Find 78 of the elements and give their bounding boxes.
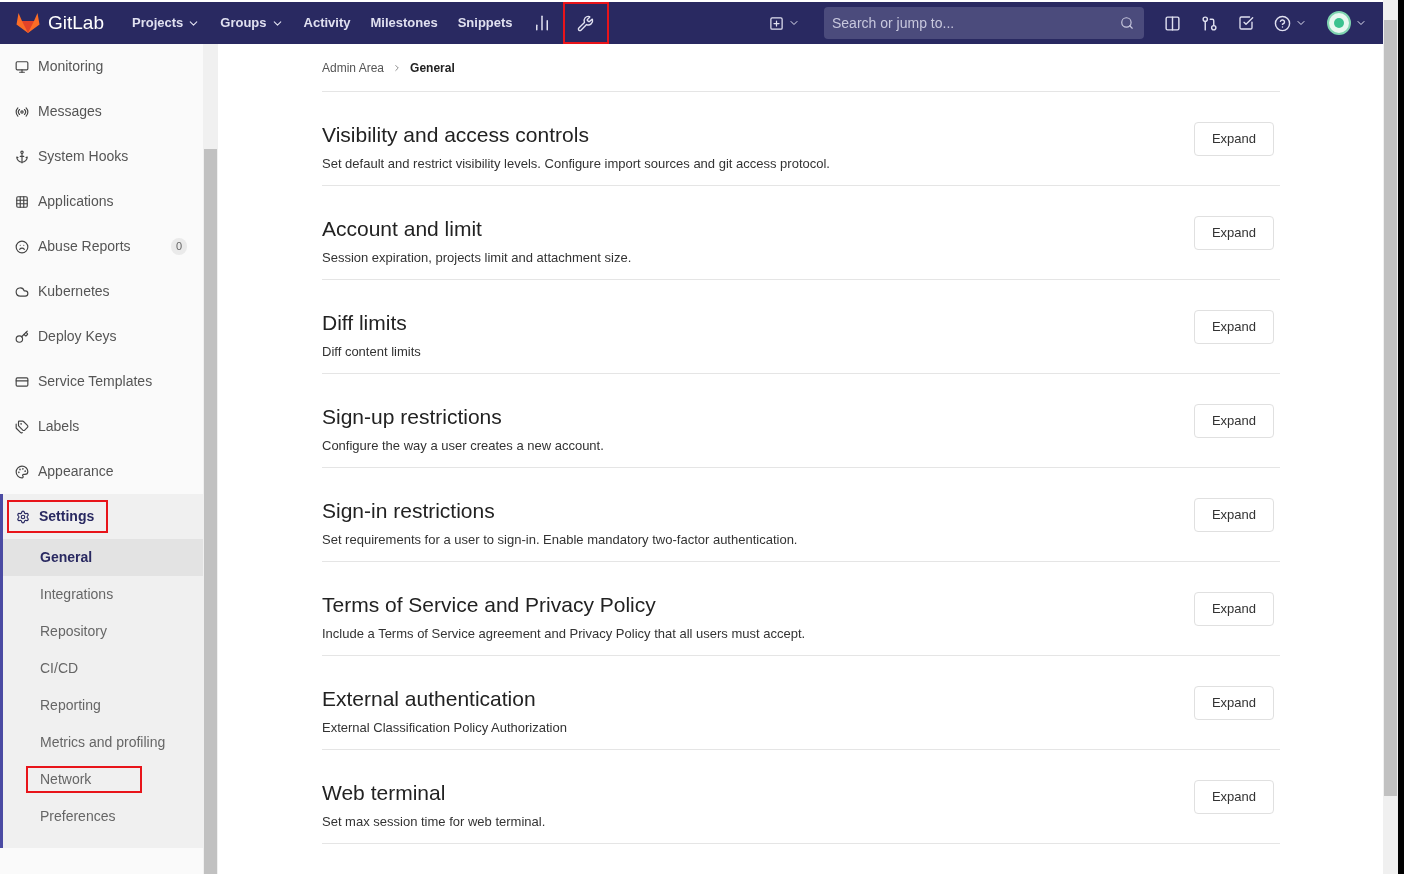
key-icon [15, 329, 29, 344]
section-description: Configure the way a user creates a new account. [322, 437, 605, 455]
expand-button[interactable]: Expand [1194, 498, 1274, 532]
antenna-icon [15, 104, 29, 119]
help-button[interactable] [1274, 14, 1307, 32]
palette-icon [15, 464, 29, 479]
search-field[interactable]: Search or jump to... [824, 7, 1144, 39]
nav-link[interactable]: Groups [220, 13, 284, 33]
user-menu-button[interactable] [1327, 11, 1367, 35]
sidebar-item[interactable]: Appearance [0, 449, 203, 494]
expand-button[interactable]: Expand [1194, 780, 1274, 814]
section-description: Set default and restrict visibility levels. Configure import sources and git access protocol. [322, 155, 831, 173]
face-icon [15, 239, 29, 254]
sidebar-item[interactable]: Service Templates [0, 359, 203, 404]
panels-icon[interactable] [1164, 14, 1181, 32]
monitor-icon [15, 59, 29, 74]
sidebar-item[interactable]: Labels [0, 404, 203, 449]
sidebar-subitem[interactable]: Reporting [26, 692, 107, 719]
grid-icon [15, 194, 29, 209]
section-description: Set max session time for web terminal. [322, 813, 547, 831]
sidebar-item[interactable]: Messages [0, 89, 203, 134]
sidebar-item[interactable]: Deploy Keys [0, 314, 203, 359]
sidebar-item[interactable]: Applications [0, 179, 203, 224]
sidebar-item[interactable]: Kubernetes [0, 269, 203, 314]
anchor-icon [15, 149, 29, 164]
section-title: Sign-in restrictions [322, 498, 496, 524]
nav-link[interactable]: Projects [132, 13, 201, 33]
section-title: Visibility and access controls [322, 122, 590, 148]
expand-button[interactable]: Expand [1194, 122, 1274, 156]
fox-logo-icon[interactable] [16, 12, 40, 34]
breadcrumb-link[interactable]: Admin Area [322, 58, 385, 77]
expand-button[interactable]: Expand [1194, 404, 1274, 438]
sidebar-subitem[interactable]: Integrations [26, 581, 120, 608]
sidebar-item[interactable]: Abuse Reports 0 [0, 224, 203, 269]
expand-button[interactable]: Expand [1194, 686, 1274, 720]
section-description: External Classification Policy Authorization [322, 719, 568, 737]
avatar-icon [1327, 11, 1351, 35]
breadcrumb-current: General [410, 59, 455, 77]
new-item-button[interactable] [769, 15, 800, 31]
admin-wrench-button[interactable] [562, 2, 609, 44]
merge-request-icon[interactable] [1201, 14, 1218, 32]
section-title: Sign-up restrictions [322, 404, 503, 430]
section-description: Session expiration, projects limit and attachment size. [322, 249, 633, 267]
sidebar-subitem[interactable]: Network [26, 766, 142, 793]
sidebar-scrollbar[interactable] [203, 44, 218, 874]
search-icon [1120, 16, 1134, 30]
help-icon [1274, 14, 1291, 32]
section-title: Account and limit [322, 216, 483, 242]
section-title: Web terminal [322, 780, 447, 806]
tags-icon [15, 419, 29, 434]
sidebar-subitem[interactable]: Metrics and profiling [26, 729, 172, 756]
expand-button[interactable]: Expand [1194, 592, 1274, 626]
sidebar-subitem[interactable]: Repository [26, 618, 113, 645]
nav-link[interactable]: Milestones [370, 13, 438, 33]
expand-button[interactable]: Expand [1194, 216, 1274, 250]
section-title: External authentication [322, 686, 537, 712]
section-title: Diff limits [322, 310, 408, 336]
sidebar-item[interactable]: System Hooks [0, 134, 203, 179]
sidebar-subitem[interactable]: Preferences [26, 803, 122, 830]
section-title: Terms of Service and Privacy Policy [322, 592, 657, 618]
nav-link[interactable]: Snippets [457, 13, 513, 33]
expand-button[interactable]: Expand [1194, 310, 1274, 344]
section-description: Diff content limits [322, 343, 422, 361]
page-scrollbar[interactable] [1383, 0, 1398, 874]
count-badge: 0 [170, 238, 187, 255]
section-description: Include a Terms of Service agreement and Privacy Policy that all users must accept. [322, 625, 807, 643]
section-description: Set requirements for a user to sign-in. Enable mandatory two-factor authentication. [322, 531, 799, 549]
wrench-icon [577, 14, 595, 32]
gear-icon [16, 509, 30, 524]
sidebar-subitem[interactable]: CI/CD [26, 655, 85, 682]
card-icon [15, 374, 29, 389]
nav-link[interactable]: Activity [303, 13, 351, 33]
sidebar-item[interactable]: Settings [7, 500, 109, 533]
cloud-icon [15, 284, 29, 299]
todo-check-icon[interactable] [1238, 15, 1254, 31]
brand-name[interactable]: GitLab [48, 8, 104, 38]
sidebar-item[interactable]: Monitoring [0, 44, 203, 89]
plus-icon [769, 15, 784, 31]
